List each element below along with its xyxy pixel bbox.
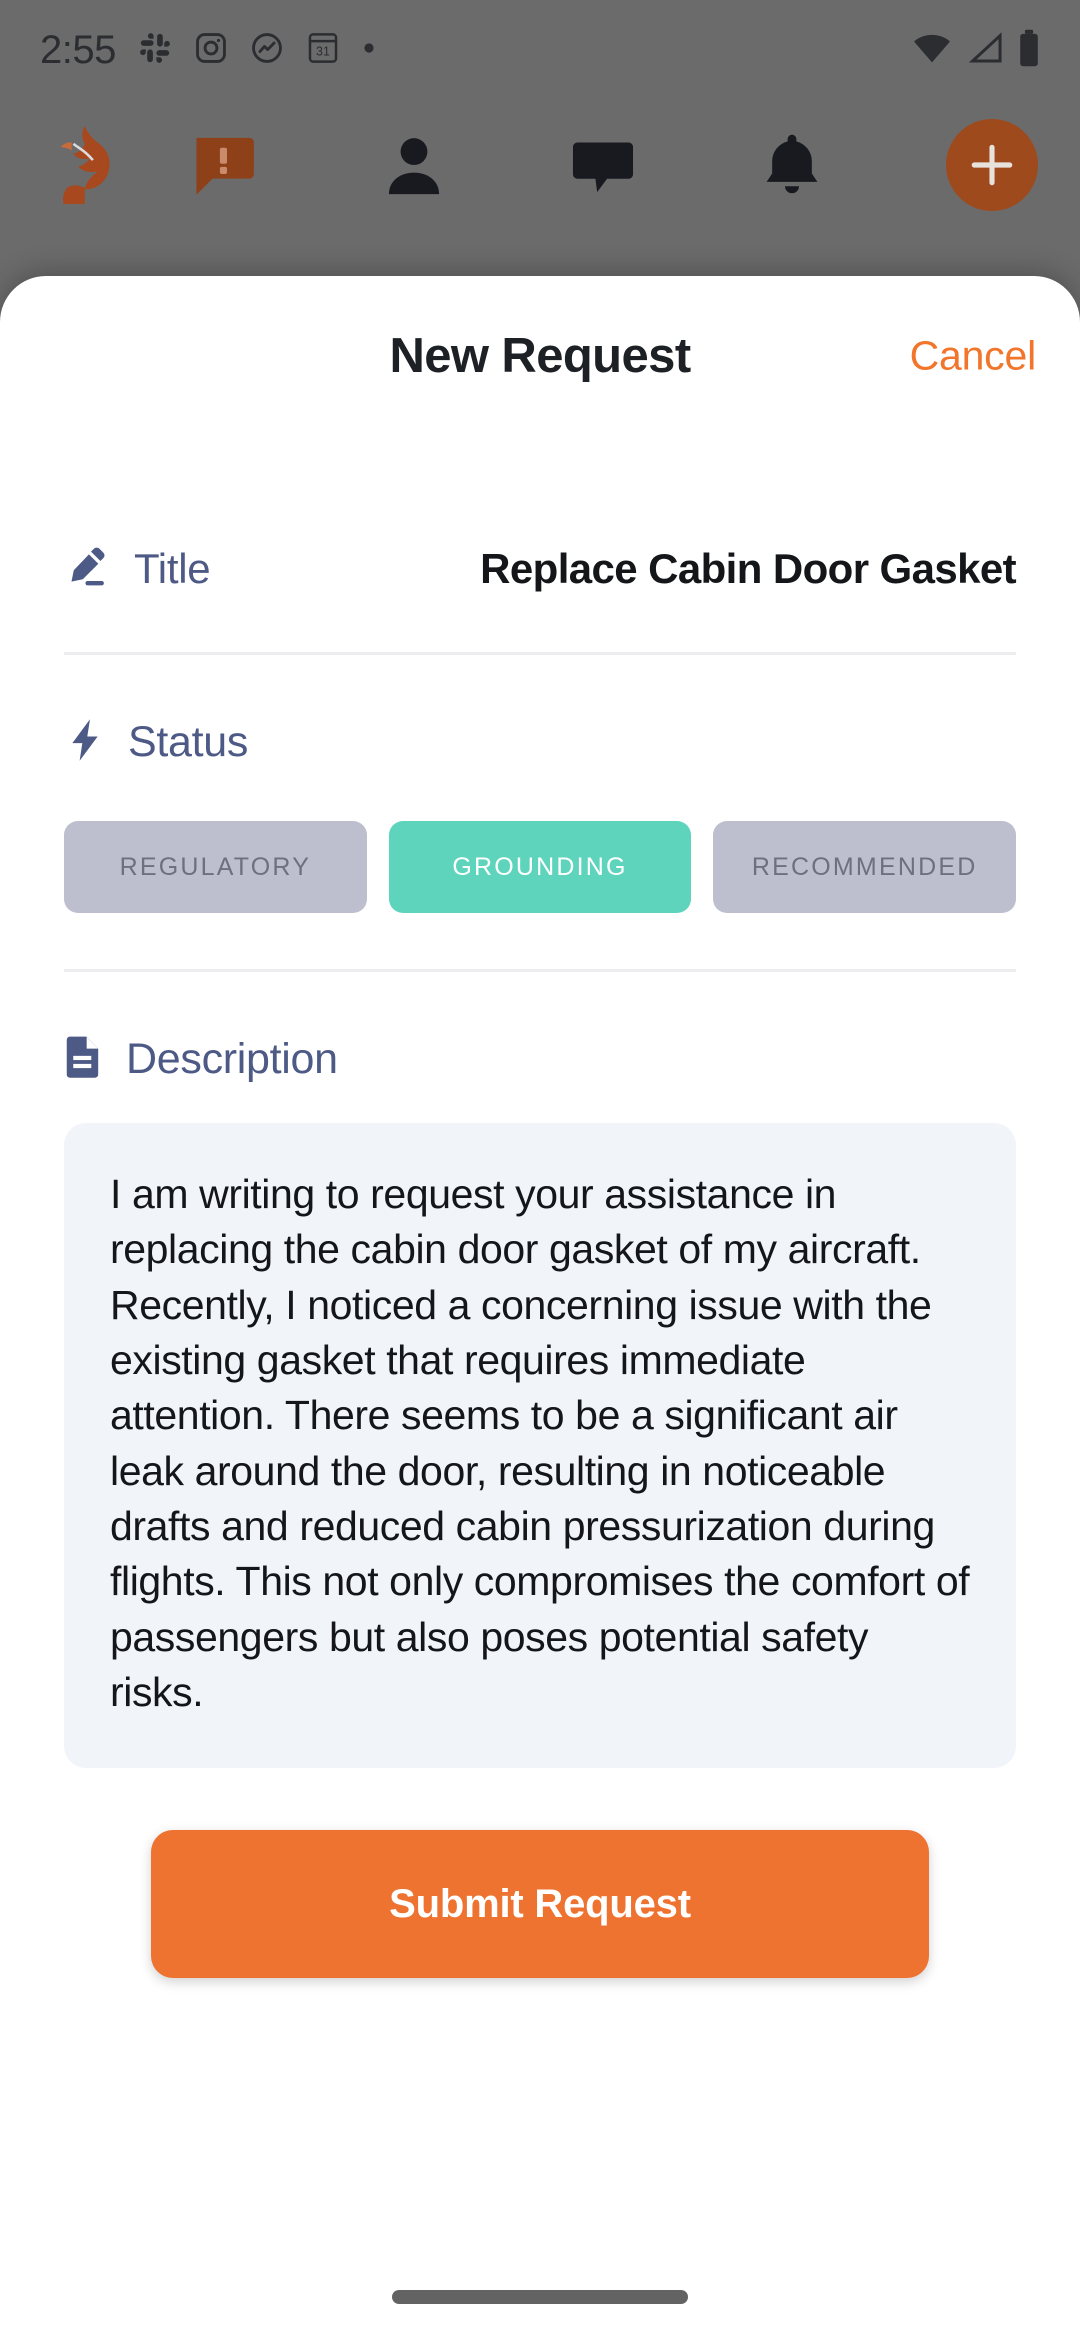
- fox-logo-icon: [60, 126, 110, 204]
- description-field-label: Description: [0, 1034, 1080, 1085]
- status-label-text: Status: [128, 718, 249, 766]
- title-field-row[interactable]: Title Replace Cabin Door Gasket: [0, 514, 1080, 624]
- slack-icon: [138, 31, 172, 70]
- status-chip-grounding[interactable]: GROUNDING: [388, 821, 692, 913]
- svg-text:31: 31: [316, 44, 330, 58]
- pencil-icon: [64, 544, 110, 595]
- status-field-label: Status: [0, 717, 1080, 768]
- description-label-text: Description: [126, 1035, 338, 1083]
- title-field-label: Title: [64, 544, 314, 595]
- chat-bubble-icon[interactable]: [568, 130, 638, 200]
- dot-icon: [362, 41, 376, 60]
- status-chip-recommended[interactable]: RECOMMENDED: [713, 821, 1017, 913]
- clock-time: 2:55: [40, 27, 116, 72]
- lightning-bolt-icon: [64, 717, 106, 768]
- nav-icon-group: [186, 119, 1044, 211]
- new-request-sheet: New Request Cancel Title Replace Cabin D…: [0, 276, 1080, 2340]
- status-divider: [64, 969, 1016, 972]
- app-logo[interactable]: [36, 113, 186, 217]
- status-bar-left: 2:55 31: [40, 28, 376, 73]
- submit-request-button[interactable]: Submit Request: [151, 1830, 929, 1979]
- description-text: I am writing to request your assistance …: [110, 1171, 970, 1716]
- activity-icon: [250, 31, 284, 70]
- title-divider: [64, 652, 1016, 655]
- status-bar: 2:55 31: [0, 0, 1080, 100]
- calendar-icon: 31: [306, 30, 340, 71]
- title-input[interactable]: Replace Cabin Door Gasket: [314, 545, 1016, 593]
- wifi-icon: [912, 31, 952, 70]
- cancel-button[interactable]: Cancel: [910, 333, 1037, 380]
- alert-bubble-icon[interactable]: [186, 128, 260, 202]
- sheet-header: New Request Cancel: [0, 276, 1080, 436]
- document-icon: [64, 1034, 104, 1085]
- bell-icon[interactable]: [757, 130, 827, 200]
- profile-icon[interactable]: [379, 130, 449, 200]
- home-indicator[interactable]: [392, 2290, 688, 2304]
- app-top-navigation: [0, 100, 1080, 230]
- status-chip-regulatory[interactable]: REGULATORY: [64, 821, 367, 913]
- cellular-signal-icon: [966, 31, 1004, 70]
- add-request-fab[interactable]: [946, 119, 1038, 211]
- status-bar-right: [912, 29, 1040, 72]
- title-label-text: Title: [134, 545, 211, 592]
- page-title: New Request: [389, 329, 691, 383]
- status-chip-group: REGULATORY GROUNDING RECOMMENDED: [0, 821, 1080, 913]
- instagram-icon: [194, 31, 228, 70]
- submit-area: Submit Request: [0, 1830, 1080, 1979]
- battery-icon: [1018, 29, 1040, 72]
- description-textarea[interactable]: I am writing to request your assistance …: [64, 1123, 1016, 1769]
